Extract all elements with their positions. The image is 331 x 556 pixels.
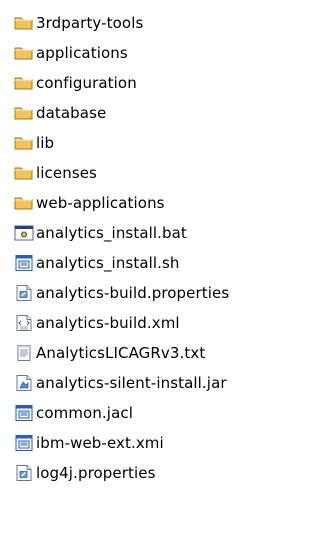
file-name: licenses bbox=[36, 164, 97, 182]
file-name: analytics-silent-install.jar bbox=[36, 374, 227, 392]
folder-icon bbox=[13, 102, 35, 124]
folder-icon bbox=[13, 72, 35, 94]
file-name: database bbox=[36, 104, 107, 122]
folder-icon bbox=[13, 12, 35, 34]
batch-file-icon bbox=[13, 222, 35, 244]
file-list: 3rdparty-tools applications configuratio… bbox=[13, 8, 229, 488]
folder-icon bbox=[13, 162, 35, 184]
script-file-icon bbox=[13, 252, 35, 274]
list-item[interactable]: 3rdparty-tools bbox=[13, 8, 229, 38]
file-name: 3rdparty-tools bbox=[36, 14, 144, 32]
folder-icon bbox=[13, 42, 35, 64]
file-name: analytics-build.properties bbox=[36, 284, 230, 302]
list-item[interactable]: lib bbox=[13, 128, 229, 158]
list-item[interactable]: AnalyticsLICAGRv3.txt bbox=[13, 338, 229, 368]
properties-file-icon bbox=[13, 462, 35, 484]
file-name: log4j.properties bbox=[36, 464, 156, 482]
file-name: configuration bbox=[36, 74, 137, 92]
list-item[interactable]: licenses bbox=[13, 158, 229, 188]
script-file-icon bbox=[13, 402, 35, 424]
folder-icon bbox=[13, 192, 35, 214]
list-item[interactable]: analytics_install.sh bbox=[13, 248, 229, 278]
text-file-icon bbox=[13, 342, 35, 364]
file-name: analytics_install.sh bbox=[36, 254, 180, 272]
list-item[interactable]: ibm-web-ext.xmi bbox=[13, 428, 229, 458]
list-item[interactable]: applications bbox=[13, 38, 229, 68]
script-file-icon bbox=[13, 432, 35, 454]
properties-file-icon bbox=[13, 282, 35, 304]
list-item[interactable]: configuration bbox=[13, 68, 229, 98]
file-name: ibm-web-ext.xmi bbox=[36, 434, 164, 452]
list-item[interactable]: analytics-build.xml bbox=[13, 308, 229, 338]
file-name: lib bbox=[36, 134, 55, 152]
list-item[interactable]: log4j.properties bbox=[13, 458, 229, 488]
file-name: analytics-build.xml bbox=[36, 314, 180, 332]
list-item[interactable]: web-applications bbox=[13, 188, 229, 218]
list-item[interactable]: analytics-silent-install.jar bbox=[13, 368, 229, 398]
file-name: applications bbox=[36, 44, 128, 62]
xml-file-icon bbox=[13, 312, 35, 334]
jar-file-icon bbox=[13, 372, 35, 394]
file-name: common.jacl bbox=[36, 404, 133, 422]
file-name: AnalyticsLICAGRv3.txt bbox=[36, 344, 206, 362]
list-item[interactable]: common.jacl bbox=[13, 398, 229, 428]
list-item[interactable]: analytics_install.bat bbox=[13, 218, 229, 248]
file-name: web-applications bbox=[36, 194, 165, 212]
list-item[interactable]: analytics-build.properties bbox=[13, 278, 229, 308]
folder-icon bbox=[13, 132, 35, 154]
file-name: analytics_install.bat bbox=[36, 224, 187, 242]
list-item[interactable]: database bbox=[13, 98, 229, 128]
